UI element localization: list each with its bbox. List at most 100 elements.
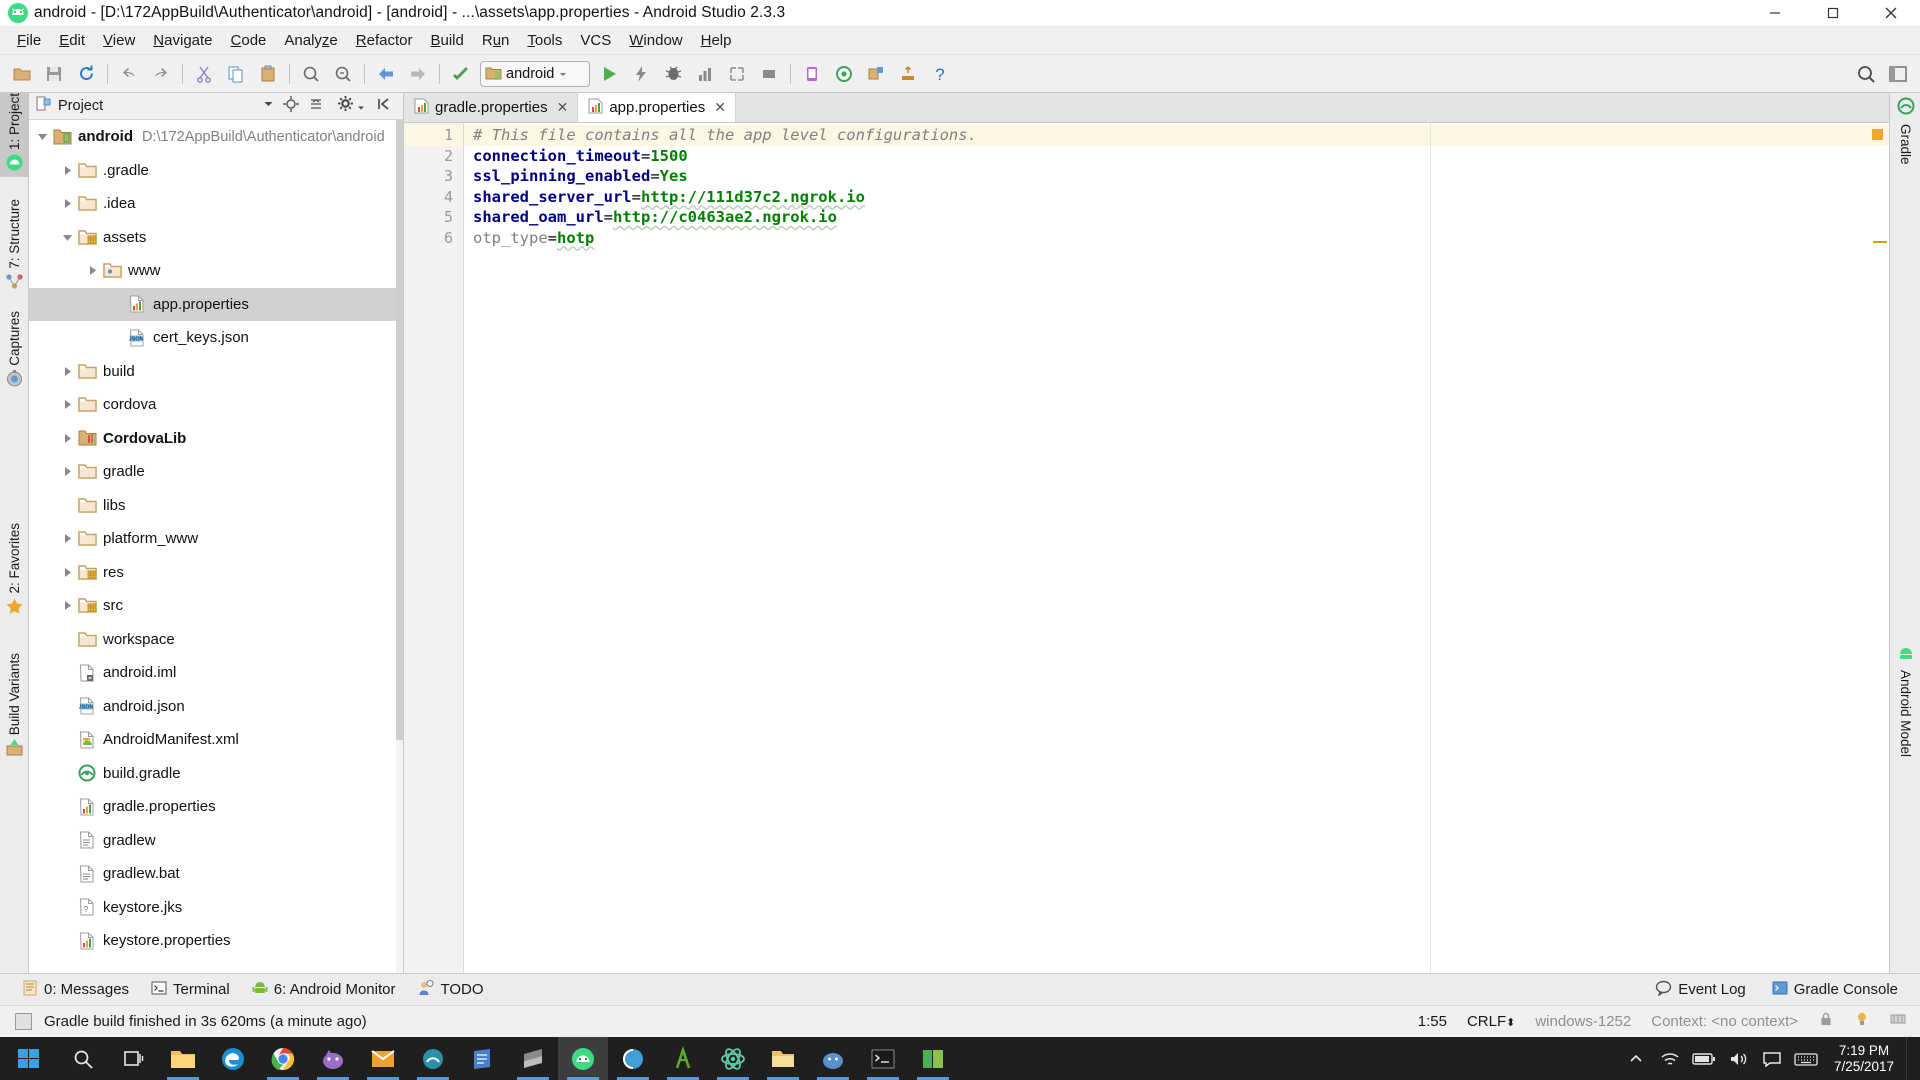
collapse-all-icon[interactable] — [308, 96, 324, 117]
caret-position[interactable]: 1:55 — [1418, 1013, 1447, 1030]
chevron-right-icon[interactable] — [58, 197, 76, 210]
locate-icon[interactable] — [282, 95, 299, 117]
status-toggle-button[interactable] — [15, 1013, 32, 1030]
app-purple-icon[interactable] — [308, 1037, 358, 1080]
show-hidden-icon[interactable] — [1620, 1037, 1652, 1080]
bottom-item-event-log[interactable]: Event Log — [1655, 980, 1746, 1000]
chevron-right-icon[interactable] — [58, 465, 76, 478]
code-content[interactable]: # This file contains all the app level c… — [464, 123, 1889, 973]
hide-icon[interactable] — [377, 96, 393, 117]
line-separator[interactable]: CRLF⬍ — [1467, 1013, 1515, 1030]
tree-row[interactable]: android.iml — [29, 656, 397, 690]
tree-row[interactable]: android D:\172AppBuild\Authenticator\andr… — [29, 120, 397, 154]
back-icon[interactable] — [370, 59, 402, 89]
search-everywhere-icon[interactable] — [1850, 59, 1882, 89]
replace-icon[interactable] — [327, 59, 359, 89]
keyboard-icon[interactable] — [1790, 1037, 1822, 1080]
forward-icon[interactable] — [402, 59, 434, 89]
code-line[interactable]: # This file contains all the app level c… — [464, 125, 1889, 146]
chevron-right-icon[interactable] — [58, 432, 76, 445]
tab-app-properties[interactable]: app.properties ✕ — [578, 93, 736, 122]
tab-gradle-properties[interactable]: gradle.properties ✕ — [404, 93, 579, 122]
menu-build[interactable]: Build — [421, 29, 472, 52]
bottom-item-android-monitor[interactable]: 6: Android Monitor — [252, 980, 395, 1000]
debug-icon[interactable] — [657, 59, 689, 89]
avd-manager-icon[interactable] — [796, 59, 828, 89]
project-tree-scrollbar[interactable] — [396, 120, 403, 973]
volume-icon[interactable] — [1722, 1037, 1754, 1080]
code-line[interactable]: shared_server_url=http://111d37c2.ngrok.… — [464, 187, 1889, 208]
warning-marker[interactable] — [1872, 129, 1883, 140]
sidebar-item-captures[interactable]: Captures — [0, 311, 29, 393]
lock-icon[interactable] — [1818, 1011, 1834, 1032]
sidebar-item-gradle[interactable]: Gradle — [1890, 97, 1920, 165]
sdk-manager-icon[interactable] — [828, 59, 860, 89]
app-green-icon[interactable] — [908, 1037, 958, 1080]
search-icon[interactable] — [58, 1037, 108, 1080]
close-icon[interactable]: ✕ — [714, 99, 726, 116]
tree-row[interactable]: gradlew.bat — [29, 857, 397, 891]
menu-help[interactable]: Help — [692, 29, 741, 52]
tree-row[interactable]: cordova — [29, 388, 397, 422]
tree-row[interactable]: JSON android.json — [29, 690, 397, 724]
app-blue-icon[interactable] — [808, 1037, 858, 1080]
paste-icon[interactable] — [252, 59, 284, 89]
close-icon[interactable]: ✕ — [557, 99, 569, 116]
memory-icon[interactable] — [1890, 1011, 1906, 1032]
chevron-right-icon[interactable] — [83, 264, 101, 277]
tree-row[interactable]: app.properties — [29, 287, 397, 321]
apply-changes-icon[interactable] — [625, 59, 657, 89]
tree-row[interactable]: res — [29, 556, 397, 590]
layout-icon[interactable] — [1882, 59, 1914, 89]
menu-analyze[interactable]: Analyze — [275, 29, 346, 52]
chrome-icon[interactable] — [258, 1037, 308, 1080]
code-editor[interactable]: 12 3 4 5 6 # This file contains all the app … — [404, 123, 1889, 973]
menu-refactor[interactable]: Refactor — [347, 29, 422, 52]
app-circle-icon[interactable] — [608, 1037, 658, 1080]
app-teal-icon[interactable] — [408, 1037, 458, 1080]
sync-gradle-icon[interactable] — [892, 59, 924, 89]
tree-row[interactable]: .gradle — [29, 154, 397, 188]
run-icon[interactable] — [593, 59, 625, 89]
save-all-icon[interactable] — [38, 59, 70, 89]
tree-row[interactable]: gradle — [29, 455, 397, 489]
chevron-right-icon[interactable] — [58, 532, 76, 545]
sidebar-item-favorites[interactable]: 2: Favorites — [0, 523, 29, 621]
inspection-icon[interactable] — [1854, 1011, 1870, 1032]
chevron-right-icon[interactable] — [58, 365, 76, 378]
sidebar-item-structure[interactable]: 7: Structure — [0, 199, 29, 296]
minimize-button[interactable] — [1746, 0, 1804, 27]
folder-yellow-icon[interactable] — [758, 1037, 808, 1080]
stop-icon[interactable] — [753, 59, 785, 89]
tree-row[interactable]: keystore.properties — [29, 924, 397, 958]
find-icon[interactable] — [295, 59, 327, 89]
sidebar-item-android-model[interactable]: Android Model — [1890, 643, 1920, 757]
bottom-item-gradle-console[interactable]: Gradle Console — [1772, 980, 1898, 1000]
atom-icon[interactable] — [708, 1037, 758, 1080]
menu-window[interactable]: Window — [620, 29, 691, 52]
project-structure-icon[interactable] — [860, 59, 892, 89]
sidebar-item-project[interactable]: 1: Project — [0, 93, 29, 178]
maximize-button[interactable] — [1804, 0, 1862, 27]
file-encoding[interactable]: windows-1252 — [1535, 1013, 1631, 1030]
menu-navigate[interactable]: Navigate — [144, 29, 221, 52]
tree-row[interactable]: AndroidManifest.xml — [29, 723, 397, 757]
cut-icon[interactable] — [188, 59, 220, 89]
scrollbar-thumb[interactable] — [396, 120, 403, 740]
start-button[interactable] — [0, 1037, 58, 1080]
network-icon[interactable] — [1654, 1037, 1686, 1080]
chevron-down-icon[interactable] — [58, 231, 76, 244]
code-line[interactable]: connection_timeout=1500 — [464, 146, 1889, 167]
code-line[interactable]: otp_type=hotp — [464, 228, 1889, 249]
action-center-icon[interactable] — [1756, 1037, 1788, 1080]
menu-file[interactable]: FFileile — [8, 29, 50, 52]
make-project-icon[interactable] — [445, 59, 477, 89]
sidebar-item-build-variants[interactable]: Build Variants — [0, 653, 29, 762]
tree-row[interactable]: .idea — [29, 187, 397, 221]
menu-view[interactable]: View — [94, 29, 144, 52]
tree-row[interactable]: workspace — [29, 623, 397, 657]
tree-row[interactable]: gradle.properties — [29, 790, 397, 824]
sync-icon[interactable] — [70, 59, 102, 89]
tree-row[interactable]: CordovaLib — [29, 422, 397, 456]
chevron-right-icon[interactable] — [58, 398, 76, 411]
